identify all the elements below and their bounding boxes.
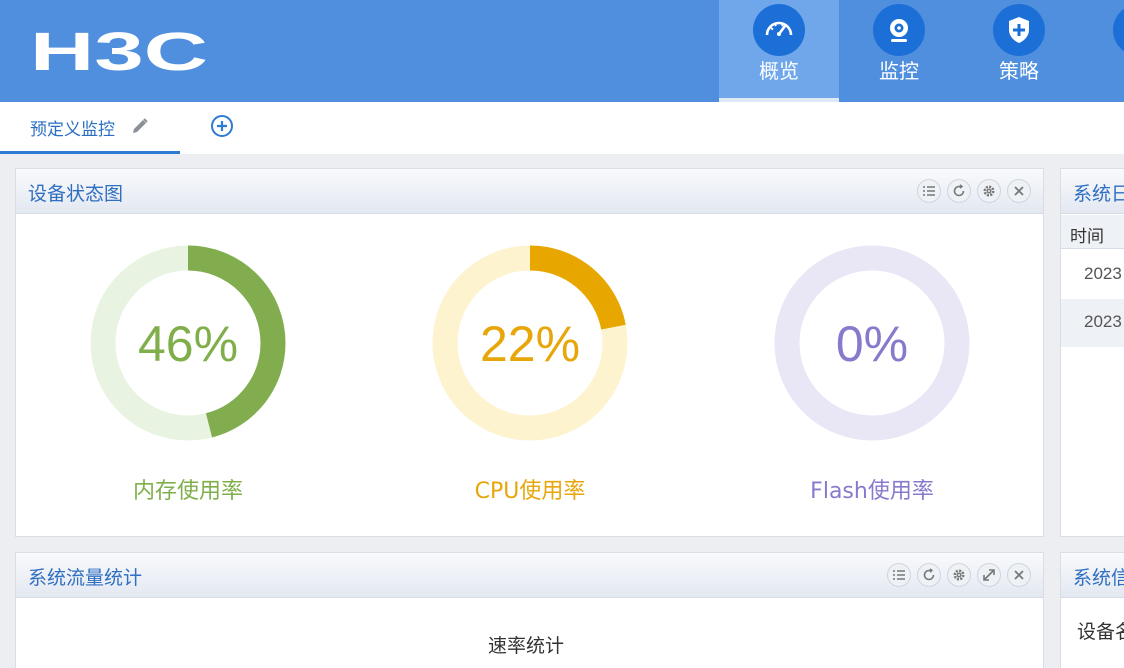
dashboard-tab-strip: 预定义监控 — [0, 102, 1124, 154]
shield-plus-icon — [993, 4, 1045, 56]
gear-icon[interactable] — [977, 179, 1001, 203]
top-header: H3C 概览 监控 策略 对 — [0, 0, 1124, 102]
panel-header: 系统流量统计 — [16, 553, 1043, 598]
table-row[interactable]: 2023 — [1061, 251, 1124, 299]
nav-policy[interactable]: 策略 — [959, 0, 1079, 102]
device-name-label: 设备名 — [1077, 621, 1124, 643]
log-table-header: 时间 — [1061, 215, 1124, 249]
log-time-cell: 2023 — [1084, 264, 1122, 283]
refresh-icon[interactable] — [947, 179, 971, 203]
dashboard-icon — [753, 4, 805, 56]
panel-title: 系统日 — [1073, 183, 1124, 205]
memory-usage-label: 内存使用率 — [132, 479, 243, 504]
panel-header: 系统日 — [1061, 169, 1124, 214]
h3c-logo: H3C — [30, 26, 208, 76]
nav-object-label: 对 — [1079, 58, 1124, 84]
list-icon[interactable] — [887, 563, 911, 587]
pencil-icon[interactable] — [130, 116, 150, 136]
panel-header: 系统信 — [1061, 553, 1124, 598]
log-time-cell: 2023 — [1084, 312, 1122, 331]
close-icon[interactable] — [1007, 179, 1031, 203]
object-icon — [1113, 4, 1124, 56]
list-icon[interactable] — [917, 179, 941, 203]
table-row[interactable]: 2023 — [1061, 299, 1124, 347]
chart-title: 速率统计 — [487, 635, 564, 657]
time-column-header: 时间 — [1070, 227, 1104, 247]
close-icon[interactable] — [1007, 563, 1031, 587]
nav-overview-label: 概览 — [759, 59, 799, 83]
system-info-panel: 系统信 设备名 — [1060, 552, 1124, 668]
panel-title: 设备状态图 — [28, 183, 124, 205]
camera-icon — [873, 4, 925, 56]
nav-monitor[interactable]: 监控 — [839, 0, 959, 102]
plus-circle-icon[interactable] — [209, 113, 235, 139]
nav-overview[interactable]: 概览 — [719, 0, 839, 102]
nav-monitor-label: 监控 — [879, 59, 919, 83]
nav-object[interactable]: 对 — [1079, 0, 1124, 102]
memory-usage-value: 46% — [137, 316, 239, 372]
nav-policy-label: 策略 — [999, 59, 1039, 83]
system-log-panel: 系统日 时间 2023 2023 — [1060, 168, 1124, 537]
traffic-stats-panel: 系统流量统计 速率统计 — [15, 552, 1044, 668]
refresh-icon[interactable] — [917, 563, 941, 587]
cpu-usage-value: 22% — [479, 316, 581, 372]
tab-predefined-monitor[interactable]: 预定义监控 — [0, 102, 180, 154]
expand-icon[interactable] — [977, 563, 1001, 587]
cpu-usage-label: CPU使用率 — [474, 479, 586, 504]
panel-header: 设备状态图 — [16, 169, 1043, 214]
device-status-panel: 设备状态图 46% 22% 0% 内存使用率 CPU使用率 Flash使用率 — [15, 168, 1044, 537]
flash-usage-value: 0% — [835, 316, 909, 372]
panel-title: 系统流量统计 — [28, 567, 143, 589]
flash-usage-label: Flash使用率 — [810, 479, 934, 504]
tab-label: 预定义监控 — [30, 120, 115, 140]
panel-title: 系统信 — [1073, 567, 1124, 589]
gear-icon[interactable] — [947, 563, 971, 587]
svg-text:H3C: H3C — [30, 26, 208, 76]
